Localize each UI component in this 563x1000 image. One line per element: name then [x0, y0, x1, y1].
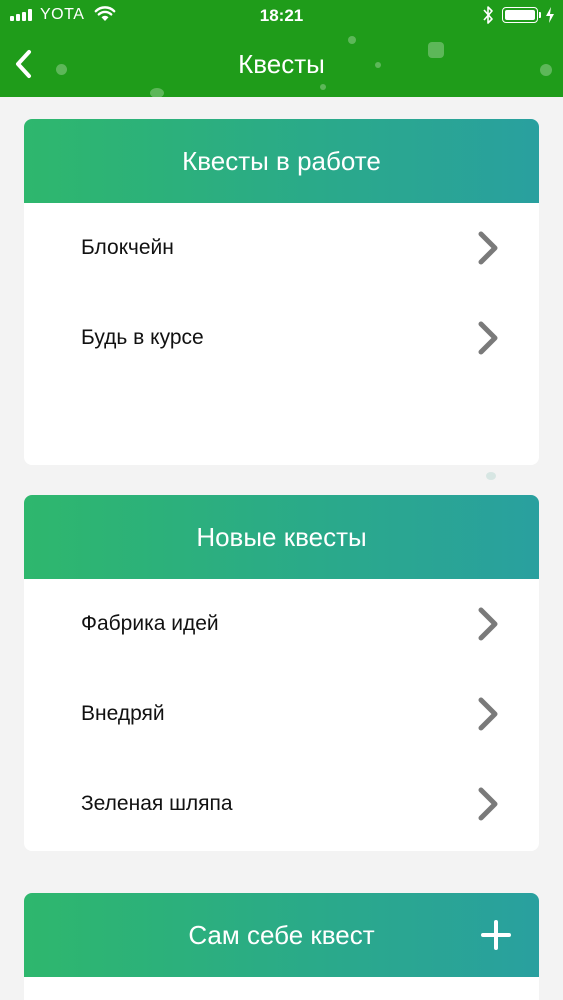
quest-label: Зеленая шляпа — [81, 792, 233, 815]
bluetooth-icon — [482, 5, 494, 30]
quest-label: Блокчейн — [81, 236, 174, 259]
quest-item-green-hat[interactable]: Зеленая шляпа — [24, 759, 539, 849]
charging-icon — [545, 6, 555, 29]
chevron-right-icon — [475, 320, 501, 356]
section-header: Квесты в работе — [24, 119, 539, 203]
section-header[interactable]: Сам себе квест — [24, 893, 539, 977]
chevron-right-icon — [475, 606, 501, 642]
status-bar: YOTA 18:21 — [0, 0, 563, 32]
self-quest-section: Сам себе квест — [24, 893, 539, 1000]
nav-bar: Квесты — [0, 32, 563, 97]
status-time: 18:21 — [259, 6, 304, 25]
scroll-indicator — [486, 472, 496, 480]
chevron-right-icon — [475, 696, 501, 732]
section-title: Сам себе квест — [188, 919, 375, 950]
page-title: Квесты — [238, 49, 325, 79]
quest-item-stay-informed[interactable]: Будь в курсе — [24, 293, 539, 383]
quest-label: Будь в курсе — [81, 326, 204, 349]
section-list: Фабрика идей Внедряй Зеленая шляпа — [24, 579, 539, 849]
section-title: Квесты в работе — [182, 145, 381, 176]
section-header: Новые квесты — [24, 495, 539, 579]
chevron-right-icon — [475, 230, 501, 266]
header: YOTA 18:21 Квесты — [0, 0, 563, 97]
section-title: Новые квесты — [196, 521, 367, 552]
quest-label: Фабрика идей — [81, 612, 219, 635]
add-quest-button[interactable] — [479, 918, 513, 952]
quest-item-implement[interactable]: Внедряй — [24, 669, 539, 759]
new-quests-section: Новые квесты Фабрика идей Внедряй Зелена… — [24, 495, 539, 851]
battery-icon — [502, 7, 538, 23]
in-progress-section: Квесты в работе Блокчейн Будь в курсе — [24, 119, 539, 465]
chevron-right-icon — [475, 786, 501, 822]
section-list: Блокчейн Будь в курсе — [24, 203, 539, 383]
quest-label: Внедряй — [81, 702, 165, 725]
plus-icon — [481, 920, 511, 950]
battery-cap — [539, 12, 541, 18]
quest-item-idea-factory[interactable]: Фабрика идей — [24, 579, 539, 669]
quests-screen: YOTA 18:21 Квесты Квесты в работе Блокче… — [0, 0, 563, 1000]
quest-item-blockchain[interactable]: Блокчейн — [24, 203, 539, 293]
